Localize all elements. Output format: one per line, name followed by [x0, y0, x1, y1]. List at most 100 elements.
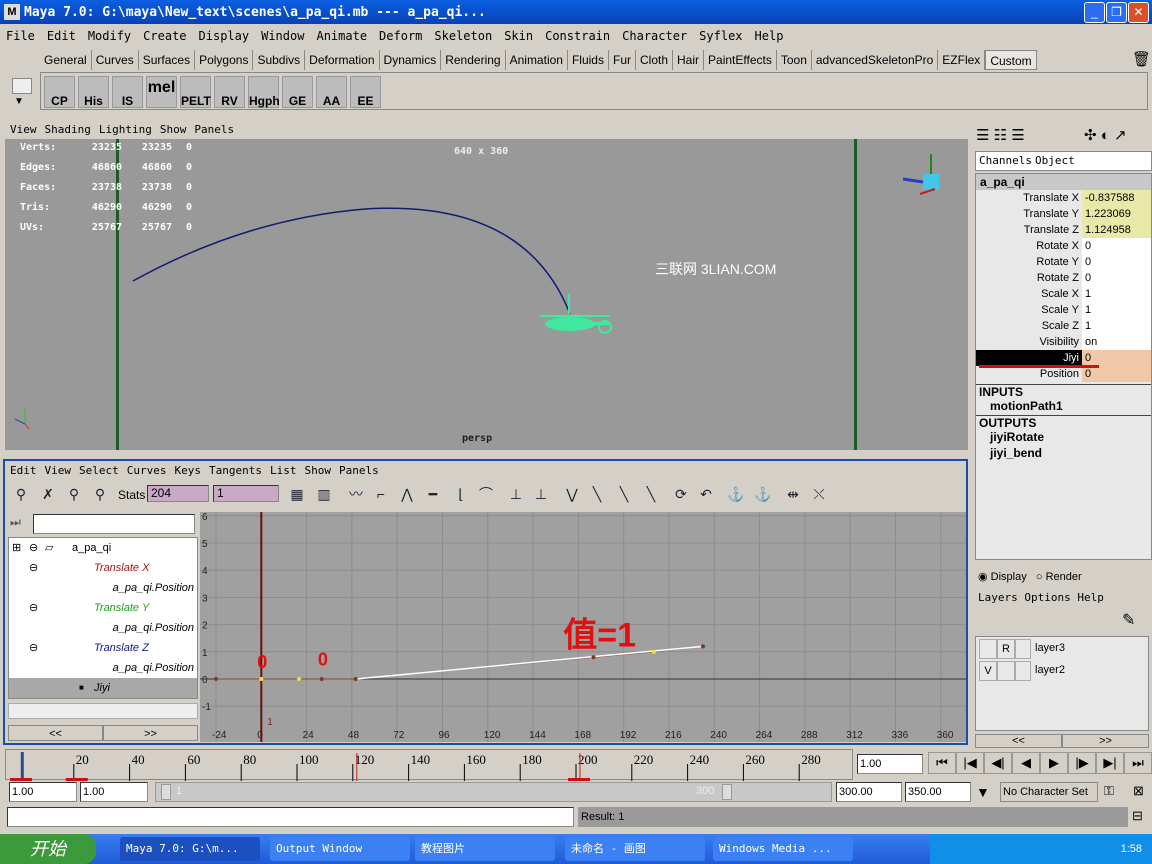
layers-menu-help[interactable]: Help	[1077, 591, 1104, 604]
add-key-icon[interactable]: ⚲	[63, 483, 85, 505]
shelf-tab-fluids[interactable]: Fluids	[567, 50, 609, 70]
shelf-tab-polygons[interactable]: Polygons	[195, 50, 254, 70]
panel-menu-keys[interactable]: Keys	[175, 464, 202, 477]
channel-label[interactable]: Visibility	[976, 334, 1082, 350]
graph-view[interactable]: -24 0 24 48 72 96 120 144 168 192 216 240 264 288 312 3…	[200, 512, 966, 742]
shelf-tab-custom[interactable]: Custom	[985, 50, 1037, 70]
output-node[interactable]: jiyiRotate	[976, 430, 1151, 446]
start-time-field[interactable]: 1.00	[9, 782, 77, 802]
panel-menu-show[interactable]: Show	[160, 123, 187, 136]
shelf-button-cp[interactable]: CP	[44, 76, 75, 108]
channel-value[interactable]: 0	[1082, 254, 1151, 270]
shelf-tab-ezflex[interactable]: EZFlex	[938, 50, 986, 70]
new-layer-icon[interactable]: ✎	[1122, 610, 1135, 630]
shelf-dropdown-icon[interactable]: ▼	[14, 96, 24, 107]
layer-name[interactable]: layer2	[1031, 661, 1065, 681]
channel-row-jiyi[interactable]: Jiyi 0	[976, 350, 1151, 368]
outliner-filter-icon[interactable]: ⏭	[10, 515, 21, 530]
layer-reference-toggle[interactable]: R	[997, 639, 1015, 659]
panel-menu-view[interactable]: View	[45, 464, 72, 477]
channel-label[interactable]: Scale X	[976, 286, 1082, 302]
time-slider[interactable]: 204060801001201401601802002202402602803	[5, 749, 864, 781]
play-forward-button[interactable]: ▶	[1040, 752, 1068, 774]
layer-color-swatch[interactable]	[1015, 661, 1031, 681]
layer-row[interactable]: Rlayer3	[976, 639, 1148, 659]
command-line-input[interactable]	[7, 807, 574, 827]
expand-icon[interactable]: ⊞	[12, 538, 21, 558]
channel-label[interactable]: Rotate X	[976, 238, 1082, 254]
buffer-curve-icon[interactable]: ⟳	[670, 483, 692, 505]
outliner-item[interactable]: a_pa_qi.Position	[9, 658, 197, 678]
playback-end-field[interactable]: 300.00	[836, 782, 902, 802]
input-node[interactable]: motionPath1	[976, 399, 1151, 415]
panel-menu-edit[interactable]: Edit	[10, 464, 37, 477]
shelf-tab-cloth[interactable]: Cloth	[635, 50, 673, 70]
plateau-tangent-icon[interactable]: ⌒	[475, 483, 497, 505]
channel-label[interactable]: Rotate Z	[976, 270, 1082, 286]
preferences-icon[interactable]: ⊠	[1133, 783, 1144, 799]
outliner-scrollbar[interactable]	[8, 703, 198, 719]
playback-start-field[interactable]: 1.00	[80, 782, 148, 802]
go-to-start-button[interactable]: ⏮	[928, 752, 956, 774]
shelf-tab-surfaces[interactable]: Surfaces	[138, 50, 196, 70]
shelf-tab-curves[interactable]: Curves	[91, 50, 139, 70]
lock-weight-icon[interactable]: ╲	[586, 483, 608, 505]
layer-visibility-toggle[interactable]: V	[979, 661, 997, 681]
channel-value[interactable]: -0.837588	[1082, 190, 1151, 206]
unlock-weight-icon[interactable]: ╲	[613, 483, 635, 505]
normalize-icon[interactable]: ⇹	[782, 483, 804, 505]
taskbar-item[interactable]: 未命名 - 画图	[565, 837, 705, 861]
object-menu[interactable]: Object	[1035, 154, 1075, 167]
layer-visibility-toggle[interactable]	[979, 639, 997, 659]
spline-tangent-icon[interactable]: 〰	[345, 483, 367, 505]
shelf-button-ee[interactable]: EE	[350, 76, 381, 108]
collapse-icon[interactable]: ⊖	[29, 558, 38, 578]
maximize-button[interactable]: ❐	[1106, 2, 1127, 23]
layer-name[interactable]: layer3	[1031, 639, 1065, 659]
start-button[interactable]: 开始	[0, 834, 96, 864]
output-node[interactable]: jiyi_bend	[976, 446, 1151, 462]
channel-label[interactable]: Scale Y	[976, 302, 1082, 318]
panel-menu-tangents[interactable]: Tangents	[209, 464, 262, 477]
taskbar-item[interactable]: Output Window	[270, 837, 410, 861]
menu-modify[interactable]: Modify	[88, 29, 131, 43]
lock-icon[interactable]: ⚓	[725, 483, 747, 505]
manipulator-icon[interactable]: ✣	[1084, 127, 1097, 144]
shelf-tab-fur[interactable]: Fur	[608, 50, 636, 70]
shelf-tab-hair[interactable]: Hair	[673, 50, 705, 70]
outliner-item[interactable]: a_pa_qi.Position	[9, 618, 197, 638]
current-frame-field[interactable]: 1.00	[857, 754, 923, 774]
layer-editor-only-icon[interactable]: ☷	[994, 127, 1007, 144]
insert-key-icon[interactable]: ✗	[37, 483, 59, 505]
layers-menu-options[interactable]: Options	[1024, 591, 1070, 604]
step-tangent-icon[interactable]: ⌊	[450, 483, 472, 505]
outliner-item[interactable]: ⊖ Translate Y	[9, 598, 197, 618]
character-set-dropdown-icon[interactable]: ▼	[976, 784, 990, 800]
menu-syflex[interactable]: Syflex	[699, 29, 742, 43]
outliner-item[interactable]: a_pa_qi.Position	[9, 578, 197, 598]
outliner-prev-button[interactable]: <<	[8, 725, 103, 741]
channel-row-scale-y[interactable]: Scale Y1	[976, 302, 1151, 318]
channel-value[interactable]: 1	[1082, 318, 1151, 334]
collapse-icon[interactable]: ⊖	[29, 598, 38, 618]
clamped-tangent-icon[interactable]: ⌐	[370, 483, 392, 505]
free-weight-icon[interactable]: ⋁	[561, 483, 583, 505]
trash-icon[interactable]: 🗑	[1132, 50, 1151, 68]
shelf-tab-general[interactable]: General	[40, 50, 92, 70]
channel-label[interactable]: Rotate Y	[976, 254, 1082, 270]
frame-all-icon[interactable]: ▦	[286, 483, 308, 505]
menu-constrain[interactable]: Constrain	[545, 29, 610, 43]
menu-deform[interactable]: Deform	[379, 29, 422, 43]
layers-prev-button[interactable]: <<	[975, 734, 1062, 748]
swap-buffer-icon[interactable]: ↶	[695, 483, 717, 505]
channel-and-layer-icon[interactable]: ☰	[1011, 127, 1024, 144]
move-key-icon[interactable]: ⚲	[10, 483, 32, 505]
channel-label[interactable]: Jiyi	[976, 350, 1082, 366]
frame-playback-icon[interactable]: ▥	[313, 483, 335, 505]
render-radio[interactable]: ○	[1036, 571, 1046, 583]
panel-menu-shading[interactable]: Shading	[45, 123, 91, 136]
channel-value[interactable]: 0	[1082, 366, 1151, 382]
shelf-button-hgph[interactable]: Hgph	[248, 76, 280, 108]
collapse-icon[interactable]: ⊖	[29, 638, 38, 658]
panel-menu-show[interactable]: Show	[304, 464, 331, 477]
